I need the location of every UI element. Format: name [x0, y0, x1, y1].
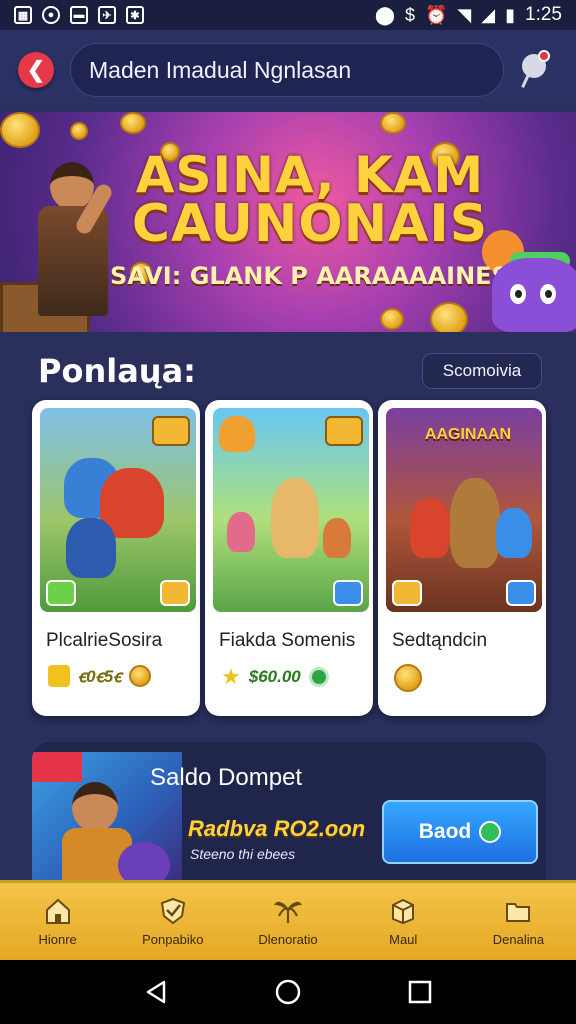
pin-icon[interactable]: [518, 50, 554, 90]
nav-item-protection[interactable]: Ponpabiko: [115, 883, 230, 960]
badge-icon: [325, 416, 363, 446]
plus-icon: [479, 821, 502, 843]
notification-dot: [538, 50, 550, 62]
notification-gallery-icon: ▦: [14, 6, 32, 24]
game-card[interactable]: AAGINAAN Sedtąndcin: [378, 400, 546, 716]
back-arrow-icon: ❮: [26, 57, 46, 82]
game-thumbnail: [40, 408, 196, 612]
box-icon: [392, 898, 415, 925]
notification-bird-icon: ✈: [98, 6, 116, 24]
coin-icon: [394, 664, 422, 692]
search-text: Maden Imadual Ngnlasan: [89, 56, 352, 83]
notification-message-icon: ▬: [70, 6, 88, 24]
home-icon: [45, 898, 70, 924]
wallet-amount: Radbva RO2.oon: [188, 816, 366, 841]
nav-item-decoration[interactable]: Dlenoratio: [230, 883, 345, 960]
game-price: [386, 664, 538, 692]
location-icon: ⬤: [374, 4, 395, 25]
star-icon: ★: [221, 664, 241, 689]
notification-game-icon: ●: [42, 6, 60, 24]
battery-icon: ▮: [505, 4, 516, 25]
game-title: Fiakda Somenis: [219, 630, 356, 651]
game-title: PlcalrieSosira: [46, 630, 163, 651]
corner-blue-icon: [506, 580, 536, 606]
ticket-icon: [48, 664, 70, 687]
game-price: ꞓ0ꞓ5ꞓ: [40, 664, 192, 687]
bottom-nav: Hionre Ponpabiko Dlenoratio Maul Denalin…: [0, 880, 576, 960]
corner-blue-icon: [160, 580, 190, 606]
system-nav-bar: [0, 960, 576, 1024]
home-circle-icon[interactable]: [274, 978, 302, 1006]
shield-check-icon: [160, 897, 185, 925]
game-card[interactable]: PlcalrieSosira ꞓ0ꞓ5ꞓ: [32, 400, 200, 716]
game-price: ★ $60.00: [213, 664, 365, 690]
back-triangle-icon[interactable]: [142, 978, 170, 1006]
corner-coin-icon: [392, 580, 422, 606]
data-saver-icon: $: [404, 4, 415, 25]
game-title: Sedtąndcin: [392, 630, 488, 651]
nav-item-home[interactable]: Hionre: [0, 883, 115, 960]
signal-icon: ◢: [481, 4, 496, 25]
promo-banner[interactable]: ASINA, KAM CAUNONAIS SAVI: GLANK P AARAA…: [0, 112, 576, 332]
banner-title-line2: CAUNONAIS: [131, 194, 489, 254]
wallet-title: Saldo Dompet: [150, 764, 303, 791]
back-button[interactable]: ❮: [18, 52, 54, 88]
folder-icon: [506, 903, 531, 922]
wallet-tag-icon: [32, 752, 82, 782]
game-art-title: AAGINAAN: [424, 426, 512, 443]
see-all-button[interactable]: Scomoivia: [422, 353, 542, 389]
search-input[interactable]: Maden Imadual Ngnlasan: [70, 43, 504, 97]
section-title: Ponlaųa:: [38, 352, 196, 390]
notification-sync-icon: ✱: [126, 6, 144, 24]
corner-green-icon: [46, 580, 76, 606]
game-card[interactable]: Fiakda Somenis ★ $60.00: [205, 400, 373, 716]
badge-icon: [152, 416, 190, 446]
recents-square-icon[interactable]: [406, 978, 434, 1006]
banner-subtitle: SAVI: GLANK P AARAAAAINES.: [110, 262, 518, 290]
wallet-action-button[interactable]: Baod: [382, 800, 538, 864]
status-time: 1:25: [525, 4, 562, 25]
wallet-subtext: Steeno thi ebees: [190, 846, 296, 862]
status-bar: ▦ ● ▬ ✈ ✱ ⬤ $ ⏰ ◥ ◢ ▮ 1:25: [0, 0, 576, 30]
purple-monster: [492, 258, 576, 332]
coin-icon: [129, 664, 152, 687]
refresh-icon: [308, 667, 329, 687]
wifi-icon: ◥: [457, 4, 472, 25]
app-header: ❮ Maden Imadual Ngnlasan: [0, 30, 576, 110]
game-thumbnail: AAGINAAN: [386, 408, 542, 612]
palm-leaf-icon: [274, 901, 302, 923]
game-thumbnail: [213, 408, 369, 612]
nav-item-account[interactable]: Denalina: [461, 883, 576, 960]
corner-blue-icon: [333, 580, 363, 606]
games-list: PlcalrieSosira ꞓ0ꞓ5ꞓ Fiakda Somenis ★ $6…: [32, 400, 546, 716]
nav-item-mail[interactable]: Maul: [346, 883, 461, 960]
alarm-icon: ⏰: [425, 4, 448, 25]
